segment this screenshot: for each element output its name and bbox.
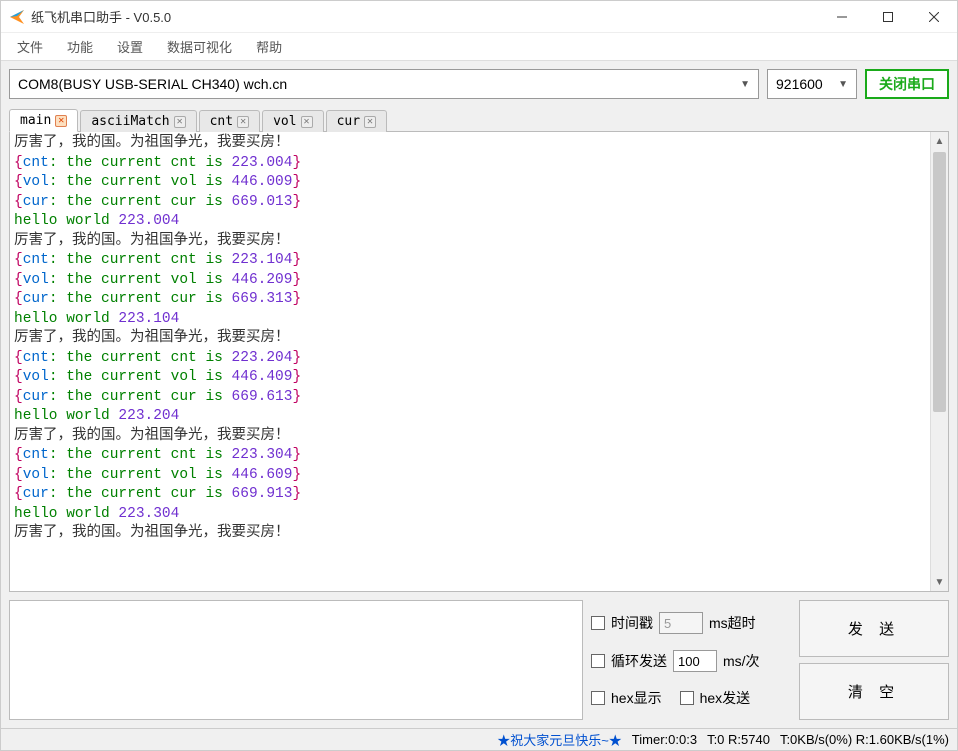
hex-send-label: hex发送 bbox=[700, 688, 751, 708]
titlebar: 纸飞机串口助手 - V0.5.0 bbox=[1, 1, 957, 33]
scroll-up-icon[interactable]: ▲ bbox=[931, 132, 948, 150]
close-icon[interactable]: ✕ bbox=[301, 116, 313, 128]
chevron-down-icon: ▼ bbox=[740, 79, 750, 90]
timestamp-checkbox[interactable] bbox=[591, 616, 605, 630]
status-timer: Timer:0:0:3 bbox=[632, 732, 697, 747]
menu-settings[interactable]: 设置 bbox=[107, 33, 153, 60]
port-select-value: COM8(BUSY USB-SERIAL CH340) wch.cn bbox=[18, 76, 287, 92]
menu-help[interactable]: 帮助 bbox=[246, 33, 292, 60]
tab-label: asciiMatch bbox=[91, 114, 169, 129]
baud-select-value: 921600 bbox=[776, 76, 823, 92]
loop-unit: ms/次 bbox=[723, 651, 760, 671]
loop-checkbox[interactable] bbox=[591, 654, 605, 668]
tab-vol[interactable]: vol ✕ bbox=[262, 110, 323, 132]
input-area: 时间戳 ms超时 循环发送 ms/次 hex显示 hex发送 发 送 清 空 bbox=[9, 600, 949, 720]
status-greeting[interactable]: ★祝大家元旦快乐~★ bbox=[497, 730, 622, 749]
tab-label: main bbox=[20, 113, 51, 128]
baud-select[interactable]: 921600 ▼ bbox=[767, 69, 857, 99]
tab-label: cur bbox=[337, 114, 360, 129]
tab-label: cnt bbox=[210, 114, 233, 129]
scroll-thumb[interactable] bbox=[933, 152, 946, 412]
status-rate: T:0KB/s(0%) R:1.60KB/s(1%) bbox=[780, 732, 949, 747]
chevron-down-icon: ▼ bbox=[838, 79, 848, 90]
tab-label: vol bbox=[273, 114, 296, 129]
status-tr: T:0 R:5740 bbox=[707, 732, 770, 747]
scrollbar[interactable]: ▲ ▼ bbox=[930, 132, 948, 591]
statusbar: ★祝大家元旦快乐~★ Timer:0:0:3 T:0 R:5740 T:0KB/… bbox=[1, 728, 957, 750]
tab-cnt[interactable]: cnt ✕ bbox=[199, 110, 260, 132]
timestamp-label: 时间戳 bbox=[611, 613, 653, 633]
app-logo-icon bbox=[9, 9, 25, 25]
hex-send-checkbox[interactable] bbox=[680, 691, 694, 705]
timeout-input[interactable] bbox=[659, 612, 703, 634]
minimize-button[interactable] bbox=[819, 1, 865, 33]
clear-button[interactable]: 清 空 bbox=[799, 663, 949, 720]
send-input[interactable] bbox=[9, 600, 583, 720]
loop-label: 循环发送 bbox=[611, 651, 667, 671]
close-icon[interactable]: ✕ bbox=[174, 116, 186, 128]
menu-datavis[interactable]: 数据可视化 bbox=[157, 33, 242, 60]
timeout-unit: ms超时 bbox=[709, 613, 756, 633]
menu-function[interactable]: 功能 bbox=[57, 33, 103, 60]
hex-display-label: hex显示 bbox=[611, 688, 662, 708]
send-button[interactable]: 发 送 bbox=[799, 600, 949, 657]
menubar: 文件 功能 设置 数据可视化 帮助 bbox=[1, 33, 957, 61]
close-icon[interactable]: ✕ bbox=[364, 116, 376, 128]
close-icon[interactable]: ✕ bbox=[237, 116, 249, 128]
tab-bar: main ✕ asciiMatch ✕ cnt ✕ vol ✕ cur ✕ bbox=[1, 107, 957, 131]
console-panel: 厉害了，我的国。为祖国争光，我要买房！{cnt: the current cnt… bbox=[9, 131, 949, 592]
tab-asciimatch[interactable]: asciiMatch ✕ bbox=[80, 110, 196, 132]
console-output[interactable]: 厉害了，我的国。为祖国争光，我要买房！{cnt: the current cnt… bbox=[10, 132, 930, 591]
port-select[interactable]: COM8(BUSY USB-SERIAL CH340) wch.cn ▼ bbox=[9, 69, 759, 99]
maximize-button[interactable] bbox=[865, 1, 911, 33]
hex-display-checkbox[interactable] bbox=[591, 691, 605, 705]
window-title: 纸飞机串口助手 - V0.5.0 bbox=[31, 7, 819, 26]
tab-main[interactable]: main ✕ bbox=[9, 109, 78, 132]
menu-file[interactable]: 文件 bbox=[7, 33, 53, 60]
options-panel: 时间戳 ms超时 循环发送 ms/次 hex显示 hex发送 bbox=[591, 600, 791, 720]
toolbar: COM8(BUSY USB-SERIAL CH340) wch.cn ▼ 921… bbox=[1, 61, 957, 107]
close-icon[interactable]: ✕ bbox=[55, 115, 67, 127]
close-port-button[interactable]: 关闭串口 bbox=[865, 69, 949, 99]
loop-interval-input[interactable] bbox=[673, 650, 717, 672]
tab-cur[interactable]: cur ✕ bbox=[326, 110, 387, 132]
close-window-button[interactable] bbox=[911, 1, 957, 33]
scroll-down-icon[interactable]: ▼ bbox=[931, 573, 948, 591]
